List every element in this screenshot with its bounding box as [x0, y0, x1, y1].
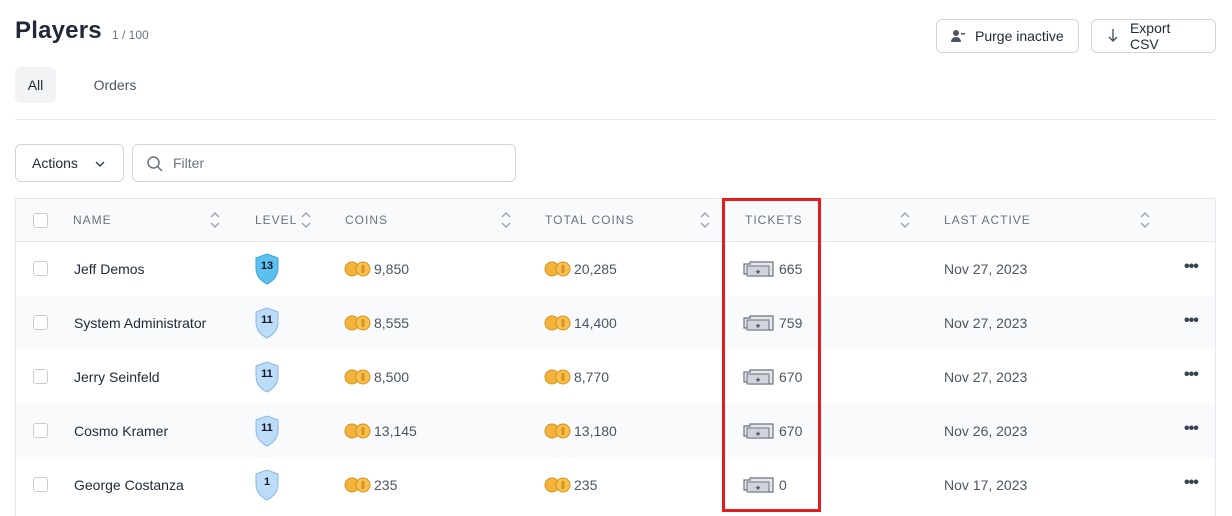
coin-icon	[544, 315, 572, 331]
tab-all[interactable]: All	[15, 67, 56, 103]
tabs-divider	[15, 119, 1216, 120]
filter-field[interactable]	[132, 144, 516, 182]
more-options-icon[interactable]: •••	[1184, 366, 1199, 384]
player-total-coins: 20,285	[574, 261, 617, 277]
user-minus-icon	[949, 27, 967, 45]
more-options-icon[interactable]: •••	[1184, 420, 1199, 438]
level-shield-icon: 1	[254, 469, 280, 501]
actions-label: Actions	[32, 155, 78, 171]
page-title: Players	[15, 17, 102, 44]
download-arrow-icon	[1104, 27, 1122, 45]
player-total-coins: 14,400	[574, 315, 617, 331]
sort-icon[interactable]	[699, 211, 711, 234]
actions-dropdown[interactable]: Actions	[15, 144, 124, 182]
sort-icon[interactable]	[899, 211, 911, 234]
coin-icon	[344, 261, 372, 277]
level-shield-icon: 11	[254, 361, 280, 393]
export-csv-label: Export CSV	[1129, 20, 1171, 52]
player-last-active: Nov 27, 2023	[944, 315, 1028, 331]
coin-icon	[344, 315, 372, 331]
table-row[interactable]: Jerry Seinfeld 11 8,500 8,770 ★ 670 Nov …	[16, 350, 1215, 404]
player-last-active: Nov 26, 2023	[944, 423, 1028, 439]
player-count: 1 / 100	[112, 28, 149, 42]
table-row[interactable]: System Administrator 11 8,555 14,400 ★ 7…	[16, 296, 1215, 350]
level-shield-icon: 11	[254, 415, 280, 447]
table-row[interactable]: Cosmo Kramer 11 13,145 13,180 ★ 670 Nov …	[16, 404, 1215, 458]
coin-icon	[344, 423, 372, 439]
row-checkbox[interactable]	[33, 477, 48, 492]
player-coins: 9,850	[374, 261, 410, 277]
level-shield-icon: 11	[254, 307, 280, 339]
select-all-checkbox[interactable]	[33, 213, 48, 228]
search-icon	[146, 155, 164, 178]
player-level: 13	[260, 260, 274, 272]
player-last-active: Nov 17, 2023	[944, 477, 1028, 493]
row-checkbox[interactable]	[33, 261, 48, 276]
player-coins: 235	[374, 477, 398, 493]
purge-inactive-button[interactable]: Purge inactive	[936, 19, 1079, 53]
coin-icon	[544, 369, 572, 385]
export-csv-button[interactable]: Export CSV	[1091, 19, 1216, 53]
player-name[interactable]: Cosmo Kramer	[74, 423, 168, 439]
player-coins: 8,500	[374, 369, 410, 385]
table-row[interactable]: Jeff Demos 13 9,850 20,285 ★ 665 Nov 27,…	[16, 242, 1215, 296]
column-header-level[interactable]: LEVEL	[255, 213, 297, 227]
chevron-down-icon	[94, 157, 106, 173]
more-options-icon[interactable]: •••	[1184, 312, 1199, 330]
player-coins: 8,555	[374, 315, 410, 331]
column-header-last-active[interactable]: LAST ACTIVE	[944, 213, 1031, 227]
column-header-coins[interactable]: COINS	[345, 213, 388, 227]
tickets-column-highlight	[722, 198, 821, 512]
player-level: 1	[263, 476, 271, 488]
coin-icon	[544, 477, 572, 493]
level-shield-icon: 13	[254, 253, 280, 285]
coin-icon	[344, 477, 372, 493]
player-last-active: Nov 27, 2023	[944, 369, 1028, 385]
sort-icon[interactable]	[500, 211, 512, 234]
player-coins: 13,145	[374, 423, 417, 439]
column-header-total-coins[interactable]: TOTAL COINS	[545, 213, 634, 227]
player-name[interactable]: Jeff Demos	[74, 261, 145, 277]
table-header: NAME LEVEL COINS TOTAL COINS TICKETS LAS…	[16, 199, 1215, 242]
row-checkbox[interactable]	[33, 315, 48, 330]
player-last-active: Nov 27, 2023	[944, 261, 1028, 277]
row-checkbox[interactable]	[33, 369, 48, 384]
player-total-coins: 13,180	[574, 423, 617, 439]
purge-inactive-label: Purge inactive	[975, 28, 1064, 44]
player-level: 11	[261, 314, 273, 326]
player-level: 11	[261, 422, 273, 434]
more-options-icon[interactable]: •••	[1184, 258, 1199, 276]
player-total-coins: 8,770	[574, 369, 610, 385]
coin-icon	[544, 261, 572, 277]
tab-orders[interactable]: Orders	[80, 67, 150, 103]
filter-input[interactable]	[173, 155, 503, 171]
sort-icon[interactable]	[300, 211, 312, 234]
coin-icon	[544, 423, 572, 439]
column-header-name[interactable]: NAME	[73, 213, 112, 227]
row-checkbox[interactable]	[33, 423, 48, 438]
more-options-icon[interactable]: •••	[1184, 474, 1199, 492]
player-name[interactable]: George Costanza	[74, 477, 184, 493]
player-name[interactable]: System Administrator	[74, 315, 206, 331]
sort-icon[interactable]	[1139, 211, 1151, 234]
players-table: NAME LEVEL COINS TOTAL COINS TICKETS LAS…	[15, 198, 1216, 516]
player-name[interactable]: Jerry Seinfeld	[74, 369, 160, 385]
player-total-coins: 235	[574, 477, 598, 493]
table-row[interactable]: George Costanza 1 235 235 ★ 0 Nov 17, 20…	[16, 458, 1215, 512]
coin-icon	[344, 369, 372, 385]
sort-icon[interactable]	[209, 211, 221, 234]
player-level: 11	[261, 368, 273, 380]
